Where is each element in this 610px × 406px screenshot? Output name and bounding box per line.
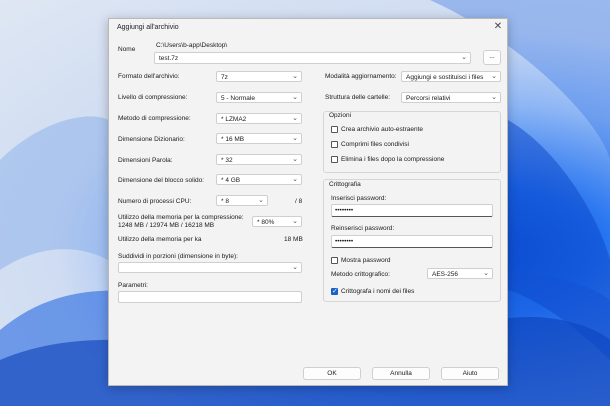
crypto-title: Crittografia bbox=[329, 181, 361, 188]
archive-path: C:\Users\b-app\Desktop\ bbox=[156, 42, 228, 49]
method-value: * LZMA2 bbox=[221, 115, 247, 123]
cpu-label: Numero di processi CPU: bbox=[118, 198, 192, 205]
block-select[interactable]: * 4 GB ⌄ bbox=[216, 174, 302, 185]
chevron-down-icon: ⌄ bbox=[292, 218, 298, 225]
mem-comp-label: Utilizzo della memoria per la compressio… bbox=[118, 214, 244, 221]
show-password-checkbox[interactable] bbox=[331, 257, 338, 264]
block-value: * 4 GB bbox=[221, 176, 241, 184]
update-label: Modalità aggiornamento: bbox=[325, 73, 397, 80]
chevron-down-icon: ⌄ bbox=[292, 73, 298, 80]
word-select[interactable]: * 32 ⌄ bbox=[216, 154, 302, 165]
chevron-down-icon: ⌄ bbox=[491, 73, 497, 80]
chevron-down-icon: ⌄ bbox=[292, 135, 298, 142]
crypto-method-select[interactable]: AES-256 ⌄ bbox=[427, 268, 493, 279]
mem-decomp-value: 18 MB bbox=[284, 236, 303, 243]
paths-select[interactable]: Percorsi relativi ⌄ bbox=[401, 92, 501, 103]
level-select[interactable]: 5 - Normale ⌄ bbox=[216, 92, 302, 103]
browse-button[interactable]: ... bbox=[483, 50, 501, 65]
block-label: Dimensione del blocco solido: bbox=[118, 177, 204, 184]
close-icon[interactable]: ✕ bbox=[492, 21, 504, 33]
chevron-down-icon[interactable]: ⌄ bbox=[461, 53, 467, 61]
update-value: Aggiungi e sostituisci i files bbox=[406, 73, 484, 81]
chevron-down-icon: ⌄ bbox=[483, 270, 489, 277]
chevron-down-icon: ⌄ bbox=[491, 94, 497, 101]
window-title: Aggiungi all'archivio bbox=[117, 24, 179, 31]
ok-button[interactable]: OK bbox=[303, 367, 361, 380]
paths-label: Struttura delle cartelle: bbox=[325, 94, 391, 101]
split-label: Suddividi in porzioni (dimensione in byt… bbox=[118, 253, 238, 260]
options-title: Opzioni bbox=[329, 112, 352, 119]
cpu-value: * 8 bbox=[221, 197, 229, 205]
encrypt-names-checkbox[interactable] bbox=[331, 287, 338, 295]
mem-comp-value: * 80% bbox=[257, 218, 275, 226]
shared-label: Comprimi files condivisi bbox=[341, 141, 409, 148]
chevron-down-icon: ⌄ bbox=[292, 94, 298, 101]
chevron-down-icon: ⌄ bbox=[258, 197, 264, 204]
pwd-label: Inserisci password: bbox=[331, 195, 387, 202]
update-select[interactable]: Aggiungi e sostituisci i files ⌄ bbox=[401, 71, 501, 82]
cancel-button[interactable]: Annulla bbox=[372, 367, 430, 380]
name-label: Nome bbox=[118, 46, 136, 53]
level-value: 5 - Normale bbox=[221, 94, 255, 102]
help-button[interactable]: Aiuto bbox=[441, 367, 499, 380]
method-select[interactable]: * LZMA2 ⌄ bbox=[216, 113, 302, 124]
password-repeat-value: •••••••• bbox=[335, 238, 354, 245]
chevron-down-icon: ⌄ bbox=[292, 115, 298, 122]
level-label: Livello di compressione: bbox=[118, 94, 188, 101]
dict-label: Dimensione Dizionario: bbox=[118, 136, 185, 143]
add-to-archive-dialog: Aggiungi all'archivio ✕ Nome C:\Users\b-… bbox=[108, 18, 508, 386]
cpu-total: / 8 bbox=[295, 198, 303, 205]
chevron-down-icon: ⌄ bbox=[292, 156, 298, 163]
params-label: Parametri: bbox=[118, 282, 148, 289]
word-value: * 32 bbox=[221, 156, 233, 164]
password-input[interactable]: •••••••• bbox=[331, 204, 493, 217]
encrypt-names-label: Crittografa i nomi dei files bbox=[341, 288, 415, 295]
chevron-down-icon: ⌄ bbox=[292, 264, 298, 271]
params-input[interactable] bbox=[118, 291, 302, 303]
archive-name-combo[interactable]: test.7z ⌄ bbox=[154, 52, 471, 64]
mem-comp-detail: 1248 MB / 12974 MB / 16218 MB bbox=[118, 222, 215, 229]
mem-comp-select[interactable]: * 80% ⌄ bbox=[252, 216, 302, 227]
format-label: Formato dell'archivio: bbox=[118, 73, 180, 80]
paths-value: Percorsi relativi bbox=[406, 94, 451, 102]
delete-label: Elimina i files dopo la compressione bbox=[341, 156, 445, 163]
crypto-method-value: AES-256 bbox=[432, 270, 459, 278]
show-password-label: Mostra password bbox=[341, 257, 391, 264]
format-select[interactable]: 7z ⌄ bbox=[216, 71, 302, 82]
chevron-down-icon: ⌄ bbox=[292, 176, 298, 183]
archive-name-value: test.7z bbox=[159, 54, 179, 62]
sfx-label: Crea archivio auto-estraente bbox=[341, 126, 424, 133]
split-combo[interactable]: ⌄ bbox=[118, 262, 302, 273]
word-label: Dimensioni Parola: bbox=[118, 157, 173, 164]
shared-checkbox[interactable] bbox=[331, 141, 338, 148]
crypto-method-label: Metodo crittografico: bbox=[331, 271, 390, 278]
dict-select[interactable]: * 16 MB ⌄ bbox=[216, 133, 302, 144]
delete-checkbox[interactable] bbox=[331, 156, 338, 163]
password-repeat-input[interactable]: •••••••• bbox=[331, 235, 493, 248]
dict-value: * 16 MB bbox=[221, 135, 245, 143]
pwd2-label: Reinserisci password: bbox=[331, 225, 395, 232]
cpu-select[interactable]: * 8 ⌄ bbox=[216, 195, 268, 206]
password-value: •••••••• bbox=[335, 207, 354, 214]
format-value: 7z bbox=[221, 73, 228, 81]
mem-decomp-label: Utilizzo della memoria per ka bbox=[118, 236, 202, 243]
method-label: Metodo di compressione: bbox=[118, 115, 191, 122]
sfx-checkbox[interactable] bbox=[331, 126, 338, 133]
